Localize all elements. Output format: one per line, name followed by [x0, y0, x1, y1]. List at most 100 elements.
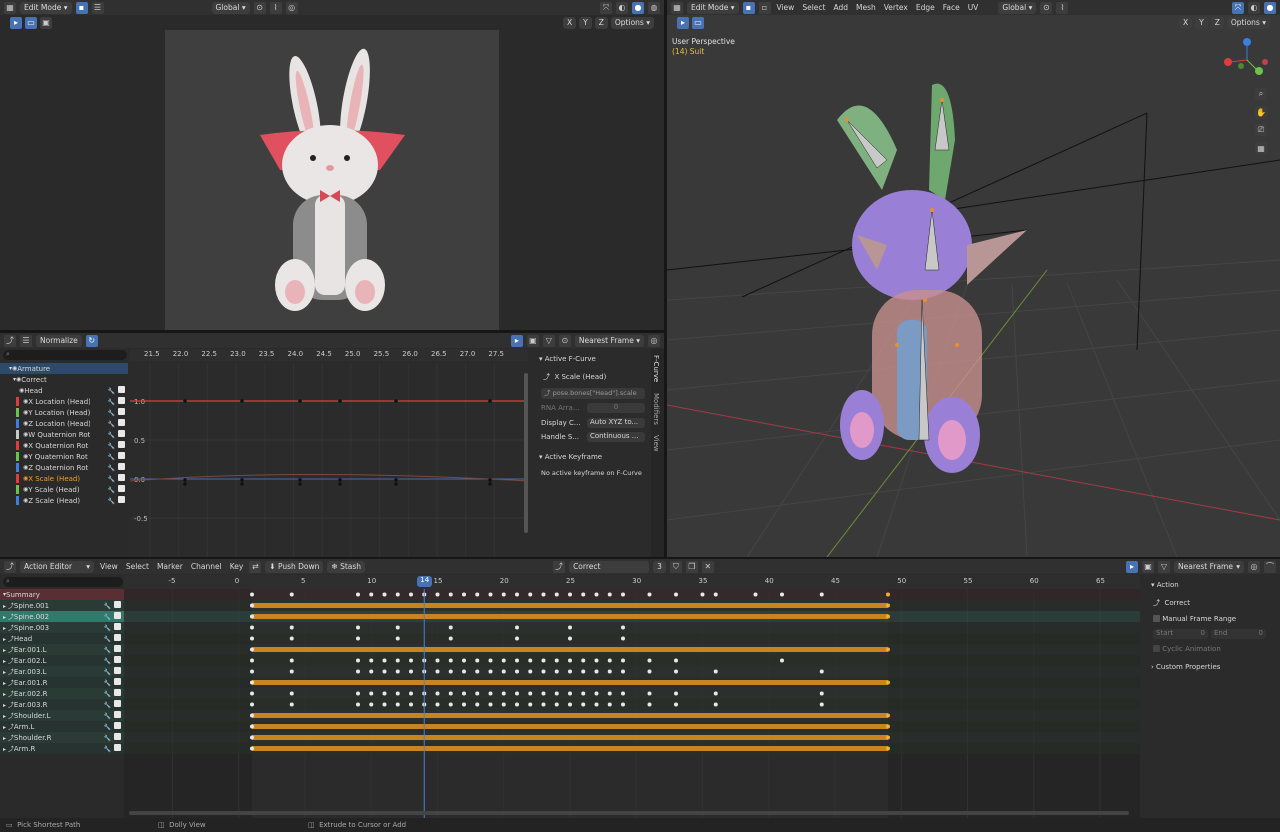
- tab-view[interactable]: View: [652, 435, 660, 452]
- keyframe-diamond[interactable]: [475, 669, 480, 674]
- keyframe-diamond[interactable]: [382, 691, 387, 696]
- keyframe-diamond[interactable]: [674, 592, 678, 597]
- keyframe-diamond[interactable]: [594, 669, 599, 674]
- menu-face[interactable]: Face: [941, 3, 962, 12]
- proportional-icon[interactable]: ◎: [1248, 560, 1260, 573]
- zoom-icon[interactable]: ⌕: [1255, 88, 1267, 100]
- select-extend-icon[interactable]: ▣: [40, 16, 52, 29]
- viewport-axis-z-toggle[interactable]: Z: [1210, 16, 1224, 29]
- keyframe-point[interactable]: [183, 478, 187, 482]
- push-down-button[interactable]: ⬇ Push Down: [265, 560, 324, 573]
- keyframe-diamond[interactable]: [819, 691, 824, 696]
- keyframe-diamond[interactable]: [554, 592, 559, 597]
- keyframe-diamond[interactable]: [409, 658, 413, 663]
- keyframe-diamond[interactable]: [607, 658, 612, 663]
- overlay-icon[interactable]: ◐: [1248, 1, 1260, 14]
- keyframe-diamond[interactable]: [356, 702, 360, 707]
- stash-button[interactable]: ❄ Stash: [327, 560, 366, 573]
- keyframe-diamond[interactable]: [515, 702, 519, 707]
- channel-modifier-icons[interactable]: 🔧: [104, 645, 124, 654]
- keyframe-diamond[interactable]: [435, 691, 440, 696]
- graph-channel-row[interactable]: ◉ X Location (Head) 🔧: [0, 396, 128, 407]
- shading-solid-icon[interactable]: ●: [632, 1, 644, 14]
- keyframe-diamond[interactable]: [250, 680, 254, 685]
- action-panel-header[interactable]: ▾ Action: [1151, 579, 1179, 590]
- keyframe-diamond[interactable]: [250, 647, 254, 652]
- manual-range-checkbox[interactable]: [1153, 615, 1160, 622]
- keyframe-diamond[interactable]: [515, 669, 519, 674]
- timeline-scrollbar[interactable]: [129, 811, 1129, 815]
- duplicate-action-icon[interactable]: ❐: [685, 560, 698, 573]
- keyframe-point[interactable]: [338, 399, 342, 403]
- keyframe-diamond[interactable]: [250, 735, 254, 740]
- keyframe-diamond[interactable]: [515, 658, 519, 663]
- keyframe-diamond[interactable]: [448, 625, 453, 630]
- graph-channel-row[interactable]: ◉ Y Quaternion Rot 🔧: [0, 451, 128, 462]
- keyframe-diamond[interactable]: [289, 658, 294, 663]
- keyframe-diamond[interactable]: [594, 592, 599, 597]
- keyframe-diamond[interactable]: [528, 658, 533, 663]
- edge-select-icon[interactable]: ▫: [758, 1, 771, 14]
- action-channel-row[interactable]: ▸ ⤴ Arm.R 🔧: [0, 743, 124, 754]
- filter-icon[interactable]: ▽: [542, 334, 555, 347]
- keyframe-diamond[interactable]: [886, 603, 890, 608]
- keyframe-diamond[interactable]: [713, 691, 718, 696]
- channel-modifier-icons[interactable]: 🔧: [104, 722, 124, 731]
- action-snap-dropdown[interactable]: Nearest Frame ▾: [1174, 560, 1244, 573]
- tab-modifiers[interactable]: Modifiers: [652, 393, 660, 425]
- keyframe-diamond[interactable]: [594, 691, 599, 696]
- keyframe-diamond[interactable]: [448, 691, 453, 696]
- action-channel-row[interactable]: ▸ ⤴ Spine.002 🔧: [0, 611, 124, 622]
- active-fcurve-header[interactable]: ▾ Active F-Curve: [539, 353, 596, 364]
- only-selected-icon[interactable]: ▸: [1126, 560, 1138, 573]
- graph-channel-row[interactable]: ◉ Z Scale (Head) 🔧: [0, 495, 128, 506]
- keyframe-diamond[interactable]: [382, 669, 387, 674]
- channel-modifier-icons[interactable]: 🔧: [108, 397, 128, 406]
- channel-modifier-icons[interactable]: 🔧: [104, 689, 124, 698]
- graph-channel-row[interactable]: ▾◉ Armature: [0, 363, 128, 374]
- keyframe-diamond[interactable]: [581, 691, 586, 696]
- keyframe-point[interactable]: [183, 399, 187, 403]
- active-keyframe-header[interactable]: ▾ Active Keyframe: [539, 451, 602, 462]
- keyframe-diamond[interactable]: [369, 669, 374, 674]
- keyframe-diamond[interactable]: [462, 592, 466, 597]
- select-box-icon[interactable]: ▭: [25, 16, 37, 29]
- pivot-icon[interactable]: ⊙: [1040, 1, 1053, 14]
- keyframe-point[interactable]: [298, 482, 302, 486]
- keyframe-diamond[interactable]: [448, 702, 453, 707]
- keyframe-diamond[interactable]: [581, 669, 586, 674]
- keyframe-diamond[interactable]: [395, 702, 400, 707]
- keyframe-diamond[interactable]: [607, 669, 612, 674]
- keyframe-diamond[interactable]: [250, 746, 254, 751]
- hold-bar[interactable]: [252, 603, 888, 608]
- channel-modifier-icons[interactable]: 🔧: [104, 634, 124, 643]
- custom-props-header[interactable]: › Custom Properties: [1151, 661, 1220, 672]
- channel-modifier-icons[interactable]: 🔧: [104, 733, 124, 742]
- keyframe-diamond[interactable]: [713, 669, 718, 674]
- action-channel-row[interactable]: ▸ ⤴ Ear.001.L 🔧: [0, 644, 124, 655]
- graph-scrollbar[interactable]: [524, 373, 528, 533]
- channel-modifier-icons[interactable]: 🔧: [104, 601, 124, 610]
- keyframe-diamond[interactable]: [382, 658, 387, 663]
- keyframe-point[interactable]: [240, 478, 244, 482]
- keyframe-diamond[interactable]: [886, 680, 890, 685]
- hold-bar[interactable]: [252, 647, 888, 652]
- keyframe-diamond[interactable]: [886, 647, 890, 652]
- keyframe-diamond[interactable]: [435, 658, 440, 663]
- keyframe-diamond[interactable]: [886, 592, 890, 597]
- falloff-icon[interactable]: ⌒: [1264, 560, 1276, 573]
- keyframe-diamond[interactable]: [594, 702, 599, 707]
- keyframe-diamond[interactable]: [753, 592, 758, 597]
- action-channel-row[interactable]: ▸ ⤴ Ear.003.L 🔧: [0, 666, 124, 677]
- editor-type-icon[interactable]: ⤴: [4, 560, 16, 573]
- keyframe-point[interactable]: [298, 399, 302, 403]
- channel-modifier-icons[interactable]: 🔧: [104, 744, 124, 753]
- shading-material-icon[interactable]: ◍: [648, 1, 660, 14]
- expand-arrow-icon[interactable]: ▸ ⤴: [3, 667, 14, 676]
- orientation-dropdown[interactable]: Global ▾: [211, 1, 250, 14]
- keyframe-diamond[interactable]: [647, 658, 652, 663]
- keyframe-diamond[interactable]: [581, 658, 586, 663]
- keyframe-diamond[interactable]: [568, 691, 572, 696]
- keyframe-diamond[interactable]: [382, 702, 387, 707]
- snap-icon[interactable]: ⌇: [1056, 1, 1069, 14]
